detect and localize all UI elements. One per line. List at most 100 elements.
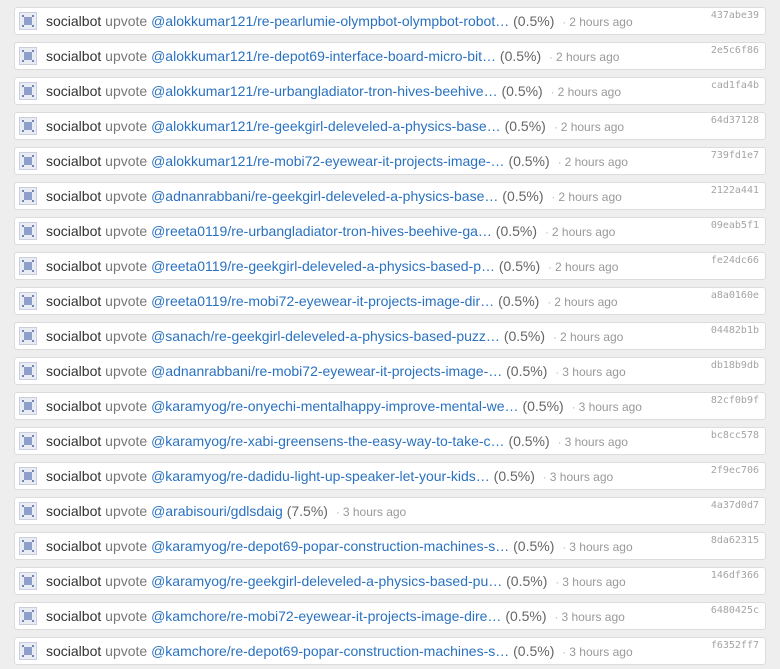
avatar-icon[interactable] <box>19 187 37 205</box>
voter-name[interactable]: socialbot <box>46 468 101 484</box>
post-link[interactable]: @karamyog/re-geekgirl-deleveled-a-physic… <box>151 573 502 589</box>
voter-name[interactable]: socialbot <box>46 48 101 64</box>
timestamp: 2 hours ago <box>555 260 619 274</box>
voter-name[interactable]: socialbot <box>46 188 101 204</box>
voter-name[interactable]: socialbot <box>46 608 101 624</box>
avatar-icon[interactable] <box>19 642 37 660</box>
post-link[interactable]: @alokkumar121/re-geekgirl-deleveled-a-ph… <box>151 118 501 134</box>
transaction-id[interactable]: 2122a441 <box>711 185 759 196</box>
vote-weight: (0.5%) <box>513 538 555 554</box>
avatar-icon[interactable] <box>19 327 37 345</box>
transaction-id[interactable]: 2f9ec706 <box>711 465 759 476</box>
voter-name[interactable]: socialbot <box>46 503 101 519</box>
transaction-id[interactable]: 82cf0b9f <box>711 395 759 406</box>
avatar-icon[interactable] <box>19 502 37 520</box>
feed-row: socialbot upvote @reeta0119/re-mobi72-ey… <box>14 287 766 315</box>
avatar-icon[interactable] <box>19 607 37 625</box>
avatar-icon[interactable] <box>19 47 37 65</box>
voter-name[interactable]: socialbot <box>46 328 101 344</box>
avatar-icon[interactable] <box>19 82 37 100</box>
post-link[interactable]: @adnanrabbani/re-geekgirl-deleveled-a-ph… <box>151 188 498 204</box>
transaction-id[interactable]: 09eab5f1 <box>711 220 759 231</box>
transaction-id[interactable]: 4a37d0d7 <box>711 500 759 511</box>
action-label: upvote <box>105 468 148 484</box>
action-label: upvote <box>105 188 148 204</box>
vote-weight: (0.5%) <box>513 13 555 29</box>
feed-row: socialbot upvote @karamyog/re-geekgirl-d… <box>14 567 766 595</box>
avatar-icon[interactable] <box>19 152 37 170</box>
voter-name[interactable]: socialbot <box>46 538 101 554</box>
vote-weight: (0.5%) <box>504 118 546 134</box>
post-link[interactable]: @adnanrabbani/re-mobi72-eyewear-it-proje… <box>151 363 502 379</box>
avatar-icon[interactable] <box>19 362 37 380</box>
post-link[interactable]: @karamyog/re-dadidu-light-up-speaker-let… <box>151 468 490 484</box>
post-link[interactable]: @karamyog/re-xabi-greensens-the-easy-way… <box>151 433 504 449</box>
transaction-id[interactable]: 739fd1e7 <box>711 150 759 161</box>
avatar-icon[interactable] <box>19 537 37 555</box>
post-link[interactable]: @arabisouri/gdlsdaig <box>151 503 283 519</box>
transaction-id[interactable]: cad1fa4b <box>711 80 759 91</box>
transaction-id[interactable]: 8da62315 <box>711 535 759 546</box>
post-link[interactable]: @alokkumar121/re-pearlumie-olympbot-olym… <box>151 13 509 29</box>
avatar-icon[interactable] <box>19 432 37 450</box>
voter-name[interactable]: socialbot <box>46 118 101 134</box>
avatar-icon[interactable] <box>19 222 37 240</box>
transaction-id[interactable]: 2e5c6f86 <box>711 45 759 56</box>
voter-name[interactable]: socialbot <box>46 643 101 659</box>
separator: · <box>548 260 553 274</box>
feed-row-text: socialbot upvote @kamchore/re-depot69-po… <box>46 638 633 664</box>
voter-name[interactable]: socialbot <box>46 398 101 414</box>
voter-name[interactable]: socialbot <box>46 13 101 29</box>
post-link[interactable]: @karamyog/re-depot69-popar-construction-… <box>151 538 509 554</box>
post-link[interactable]: @sanach/re-geekgirl-deleveled-a-physics-… <box>151 328 500 344</box>
post-link[interactable]: @karamyog/re-onyechi-mentalhappy-improve… <box>151 398 518 414</box>
feed-row: socialbot upvote @karamyog/re-depot69-po… <box>14 532 766 560</box>
post-link[interactable]: @alokkumar121/re-mobi72-eyewear-it-proje… <box>151 153 504 169</box>
feed-row: socialbot upvote @alokkumar121/re-pearlu… <box>14 7 766 35</box>
avatar-icon[interactable] <box>19 397 37 415</box>
feed-row-text: socialbot upvote @karamyog/re-onyechi-me… <box>46 393 642 419</box>
timestamp: 3 hours ago <box>342 505 407 519</box>
voter-name[interactable]: socialbot <box>46 293 101 309</box>
transaction-id[interactable]: a8a0160e <box>711 290 759 301</box>
voter-name[interactable]: socialbot <box>46 258 101 274</box>
separator: · <box>554 610 559 624</box>
post-link[interactable]: @kamchore/re-depot69-popar-construction-… <box>151 643 509 659</box>
transaction-id[interactable]: 437abe39 <box>711 10 759 21</box>
avatar-icon[interactable] <box>19 467 37 485</box>
post-link[interactable]: @kamchore/re-mobi72-eyewear-it-projects-… <box>151 608 501 624</box>
separator: · <box>550 85 555 99</box>
voter-name[interactable]: socialbot <box>46 83 101 99</box>
separator: · <box>551 190 556 204</box>
transaction-id[interactable]: 64d37128 <box>711 115 759 126</box>
post-link[interactable]: @alokkumar121/re-depot69-interface-board… <box>151 48 496 64</box>
post-link[interactable]: @reeta0119/re-geekgirl-deleveled-a-physi… <box>151 258 495 274</box>
feed-row-text: socialbot upvote @alokkumar121/re-mobi72… <box>46 148 628 174</box>
vote-weight: (0.5%) <box>498 258 541 274</box>
vote-weight: (0.5%) <box>508 153 550 169</box>
avatar-icon[interactable] <box>19 572 37 590</box>
transaction-id[interactable]: 6480425c <box>711 605 759 616</box>
post-link[interactable]: @alokkumar121/re-urbangladiator-tron-hiv… <box>151 83 498 99</box>
timestamp: 2 hours ago <box>559 330 624 344</box>
voter-name[interactable]: socialbot <box>46 363 101 379</box>
voter-name[interactable]: socialbot <box>46 433 101 449</box>
voter-name[interactable]: socialbot <box>46 153 101 169</box>
transaction-id[interactable]: f6352ff7 <box>711 640 759 651</box>
post-link[interactable]: @reeta0119/re-mobi72-eyewear-it-projects… <box>151 293 494 309</box>
transaction-id[interactable]: fe24dc66 <box>711 255 759 266</box>
timestamp: 2 hours ago <box>556 50 620 64</box>
avatar-icon[interactable] <box>19 292 37 310</box>
transaction-id[interactable]: 146df366 <box>711 570 759 581</box>
avatar-icon[interactable] <box>19 117 37 135</box>
post-link[interactable]: @reeta0119/re-urbangladiator-tron-hives-… <box>151 223 492 239</box>
avatar-icon[interactable] <box>19 257 37 275</box>
voter-name[interactable]: socialbot <box>46 573 101 589</box>
vote-weight: (0.5%) <box>499 48 542 64</box>
feed-row-text: socialbot upvote @reeta0119/re-geekgirl-… <box>46 253 618 279</box>
voter-name[interactable]: socialbot <box>46 223 101 239</box>
transaction-id[interactable]: 04482b1b <box>711 325 759 336</box>
avatar-icon[interactable] <box>19 12 37 30</box>
transaction-id[interactable]: db18b9db <box>711 360 759 371</box>
transaction-id[interactable]: bc8cc578 <box>711 430 759 441</box>
